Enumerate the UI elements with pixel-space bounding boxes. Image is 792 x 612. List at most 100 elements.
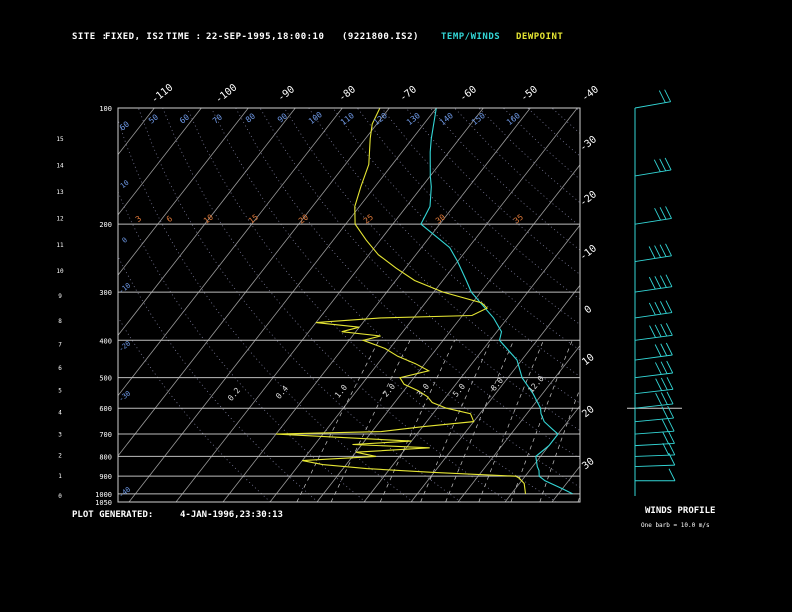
theta-label: 60 [118, 119, 131, 132]
isotherm-line [269, 108, 578, 502]
pressure-tick-label: 800 [99, 453, 112, 461]
height-tick-label: 14 [56, 163, 64, 170]
wind-barb-flag [660, 301, 667, 314]
height-tick-label: 10 [56, 268, 64, 275]
theta-label: 160 [505, 111, 522, 127]
wind-barb-flag [664, 89, 672, 102]
theta-label: 90 [276, 111, 289, 124]
wind-barb-flag [660, 323, 668, 337]
dry-adiabat [356, 108, 580, 325]
orange-label: 35 [512, 212, 525, 225]
mixing-ratio-line [330, 340, 411, 502]
isotherm-right-label: 10 [580, 352, 596, 368]
dry-adiabat [454, 108, 580, 227]
wind-barb-flag [660, 275, 667, 288]
mixing-ratio-label: 12.0 [526, 374, 545, 395]
isotherm-line [128, 108, 437, 502]
orange-label: 25 [362, 212, 375, 225]
wind-barb-flag [668, 468, 676, 481]
skewt-chart: 1002003004005006007008009001000105001234… [0, 82, 792, 507]
isotherm-top-label: -70 [398, 84, 419, 104]
theta-label: 130 [405, 111, 422, 127]
height-tick-label: 1 [58, 473, 62, 480]
isotherm-line [118, 108, 249, 276]
wind-barb-flag [665, 342, 673, 356]
dry-adiabat [118, 190, 366, 502]
wind-barb-flag [648, 302, 656, 316]
pressure-tick-label: 900 [99, 473, 112, 481]
wind-barb-flag [660, 377, 668, 391]
pressure-tick-label: 200 [99, 221, 112, 229]
mixing-ratio-label: 3.0 [415, 382, 431, 399]
theta-label: 80 [244, 111, 257, 124]
mixing-ratio-label: 0.4 [274, 384, 290, 401]
height-tick-label: 2 [58, 452, 62, 459]
orange-label: 10 [202, 212, 215, 225]
wind-barb-flag [649, 325, 656, 338]
isotherm-top-label: -60 [458, 84, 479, 104]
dry-adiabat [138, 108, 462, 502]
isotherm-top-label: -110 [150, 82, 176, 106]
isotherm-line [410, 284, 580, 502]
dry-adiabat [259, 108, 580, 432]
theta-label: 150 [470, 111, 487, 127]
wind-barb-flag [668, 442, 676, 456]
mixing-ratio-line [445, 340, 515, 502]
isotherm-right-label: -20 [578, 189, 599, 209]
isotherm-line [118, 108, 155, 156]
isotherm-line [599, 108, 792, 502]
wind-barb-flag [664, 157, 672, 171]
height-tick-label: 11 [56, 242, 64, 249]
isotherm-top-label: -100 [214, 82, 240, 106]
theta-label: 70 [211, 112, 224, 125]
wind-barb-flag [654, 301, 662, 315]
orange-label: 3 [134, 214, 143, 224]
isotherm-line [316, 164, 580, 502]
isotherm-line [0, 108, 60, 502]
theta-left-label: 10 [119, 179, 131, 190]
dry-adiabat [118, 118, 414, 502]
wind-barb-flag [659, 207, 667, 220]
wind-barb-flag [659, 244, 667, 257]
height-tick-label: 13 [56, 189, 64, 196]
wind-barb-flag [648, 276, 656, 290]
dry-adiabat [332, 108, 580, 351]
orange-label: 30 [434, 212, 447, 225]
wind-barb-flag [661, 419, 669, 432]
theta-left-label: -20 [117, 339, 132, 353]
height-tick-label: 9 [58, 293, 62, 300]
orange-label: 15 [247, 212, 260, 225]
mixing-ratio-line [420, 340, 492, 502]
wind-barb-flag [655, 393, 663, 406]
height-tick-label: 6 [58, 365, 62, 372]
theta-left-label: -10 [117, 281, 132, 295]
isotherm-top-label: -40 [580, 84, 601, 104]
wind-barb-flag [665, 300, 673, 313]
dewpoint-series [275, 108, 527, 494]
isotherm-line [175, 108, 484, 502]
isotherm-line [118, 108, 390, 457]
theta-left-label: -40 [117, 485, 132, 499]
wind-barb-flag [662, 442, 670, 456]
isotherm-right-label: 0 [583, 304, 595, 316]
height-tick-label: 3 [58, 431, 62, 438]
wind-barb-flag [665, 206, 672, 219]
wind-barb-flag [653, 159, 661, 172]
dry-adiabat [576, 108, 580, 112]
dry-adiabat [118, 255, 319, 502]
wind-barb-flag [648, 246, 656, 259]
isotherm-top-label: -90 [276, 84, 297, 104]
theta-label: 140 [438, 111, 455, 127]
height-tick-label: 5 [58, 388, 62, 395]
plot-frame [117, 107, 581, 503]
mixing-ratio-line [478, 340, 544, 502]
wind-barb-flag [665, 323, 673, 336]
wind-barb-flag [654, 245, 661, 258]
wind-barb-flag [660, 343, 668, 356]
winds-profile-title: WINDS PROFILE [645, 506, 716, 516]
pressure-tick-label: 1000 [95, 491, 112, 499]
theta-left-label: 0 [121, 236, 129, 245]
isotherm-line [693, 108, 792, 502]
wind-barb-flag [665, 274, 673, 287]
mixing-ratio-label: 8.0 [489, 376, 505, 393]
